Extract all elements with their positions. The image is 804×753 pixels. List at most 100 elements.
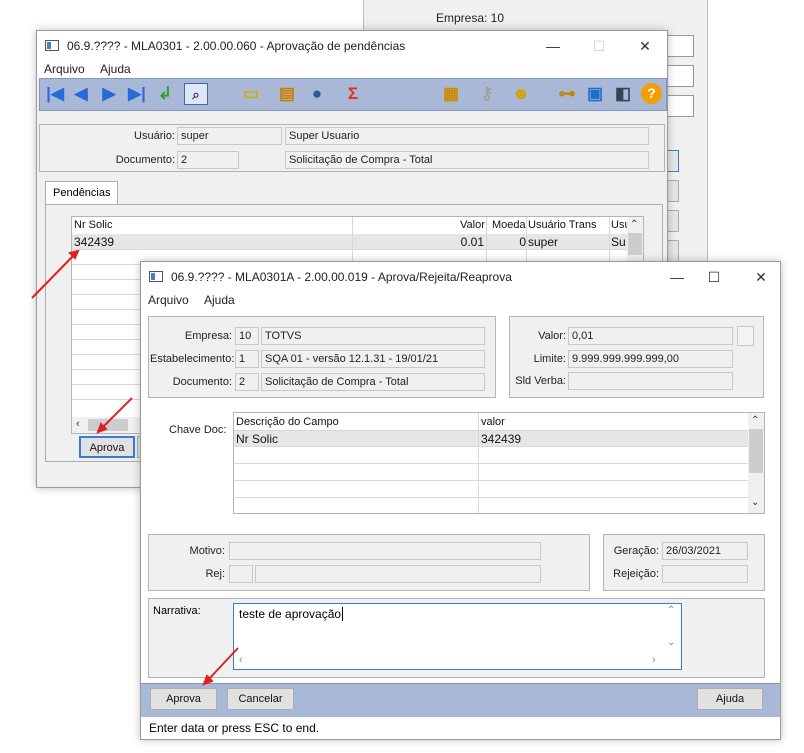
- minimize-button[interactable]: —: [543, 37, 563, 55]
- status-bar: Enter data or press ESC to end.: [141, 717, 780, 739]
- next-record-icon[interactable]: ▶: [98, 83, 120, 105]
- grid-divider: [234, 430, 748, 431]
- chave-cell-descricao: Nr Solic: [236, 432, 279, 446]
- scroll-thumb[interactable]: [628, 233, 642, 255]
- valor-extra-button[interactable]: [737, 326, 754, 346]
- window-title: 06.9.???? - MLA0301A - 2.00.00.019 - Apr…: [171, 270, 512, 284]
- usuario-field[interactable]: super: [177, 127, 282, 145]
- window-icon: [149, 271, 163, 282]
- scroll-up-icon[interactable]: ⌃: [751, 415, 759, 426]
- last-record-icon[interactable]: ▶|: [126, 83, 148, 105]
- tab-pendencias-label: Pendências: [53, 187, 111, 199]
- globe-icon[interactable]: ●: [306, 83, 328, 105]
- grid-cell-nr-solic: 342439: [74, 235, 115, 249]
- scroll-left-icon[interactable]: ‹: [76, 418, 80, 430]
- empresa-label: Empresa:: [184, 330, 232, 342]
- ajuda-button[interactable]: Ajuda: [697, 688, 763, 710]
- aprova-button[interactable]: Aprova: [79, 436, 135, 458]
- title-bar[interactable]: 06.9.???? - MLA0301A - 2.00.00.019 - Apr…: [141, 262, 780, 292]
- grid-cell-usuario: super: [528, 235, 559, 249]
- chave-header-descricao[interactable]: Descrição do Campo: [236, 416, 339, 428]
- sld-verba-label: Sld Verba:: [515, 375, 566, 387]
- usuario-name-field: Super Usuario: [285, 127, 649, 145]
- chave-cell-valor: 342439: [481, 432, 522, 446]
- help-icon[interactable]: ?: [641, 83, 662, 104]
- key-icon[interactable]: ⚷: [476, 83, 498, 105]
- empresa-name-field: TOTVS: [261, 327, 485, 345]
- vertical-scrollbar[interactable]: ⌃ ⌄: [748, 413, 764, 513]
- documento-desc-field: Solicitação de Compra - Total: [285, 151, 649, 169]
- tree-icon[interactable]: ⊶: [556, 83, 578, 105]
- grid-divider: [234, 480, 748, 481]
- scroll-down-icon[interactable]: ⌄: [667, 637, 675, 648]
- background-field[interactable]: [664, 35, 694, 57]
- scroll-up-icon[interactable]: ⌃: [630, 219, 638, 230]
- grid-divider: [234, 446, 748, 447]
- grid-header-nr-solic[interactable]: Nr Solic: [74, 219, 113, 231]
- aprova-button[interactable]: Aprova: [150, 688, 217, 710]
- title-bar[interactable]: 06.9.???? - MLA0301 - 2.00.00.060 - Apro…: [37, 31, 667, 61]
- menu-ajuda[interactable]: Ajuda: [204, 293, 235, 307]
- sigma-icon[interactable]: Σ: [342, 83, 364, 105]
- grid-cell-moeda: 0: [519, 235, 526, 249]
- background-empresa-label: Empresa: 10: [436, 11, 505, 25]
- motivo-field[interactable]: [229, 542, 541, 560]
- documento-code-field[interactable]: 2: [235, 373, 259, 391]
- grid-header-usuario-trans[interactable]: Usuário Trans: [528, 219, 596, 231]
- empresa-code-field[interactable]: 10: [235, 327, 259, 345]
- documents-stack-icon[interactable]: ▦: [440, 83, 462, 105]
- scroll-right-icon[interactable]: ›: [652, 654, 656, 666]
- toolbar: |◀ ◀ ▶ ▶| ↲ ⌕ ▭ ▤ ● Σ ▦ ⚷ ☻ ⊶ ▣ ◧ ?: [39, 78, 667, 111]
- window-icon: [45, 40, 59, 51]
- rej-code-field[interactable]: [229, 565, 253, 583]
- chave-header-valor[interactable]: valor: [481, 416, 505, 428]
- search-icon[interactable]: ⌕: [184, 83, 208, 105]
- menu-arquivo[interactable]: Arquivo: [148, 293, 189, 307]
- background-field[interactable]: [664, 95, 694, 117]
- cancelar-button[interactable]: Cancelar: [227, 688, 294, 710]
- first-record-icon[interactable]: |◀: [44, 83, 66, 105]
- goto-icon[interactable]: ↲: [154, 83, 176, 105]
- grid-header-valor[interactable]: Valor: [460, 219, 485, 231]
- limite-label: Limite:: [533, 353, 566, 365]
- scroll-thumb[interactable]: [749, 429, 763, 473]
- menu-arquivo[interactable]: Arquivo: [44, 62, 85, 76]
- close-button[interactable]: ✕: [635, 37, 655, 55]
- scroll-thumb[interactable]: [88, 419, 128, 431]
- rej-desc-field: [255, 565, 541, 583]
- printer-icon[interactable]: ▣: [584, 83, 606, 105]
- geracao-label: Geração:: [613, 545, 659, 557]
- minimize-button[interactable]: —: [667, 268, 687, 286]
- estabelecimento-label: Estabelecimento:: [150, 353, 235, 365]
- folder-icon[interactable]: ▭: [240, 83, 262, 105]
- sld-verba-field: [568, 372, 733, 390]
- tab-pendencias[interactable]: Pendências: [45, 181, 118, 205]
- usuario-label: Usuário:: [134, 130, 175, 142]
- grid-cell-valor: 0.01: [460, 235, 484, 249]
- grid-header-moeda[interactable]: Moeda: [492, 219, 526, 231]
- menu-ajuda[interactable]: Ajuda: [100, 62, 131, 76]
- users-icon[interactable]: ☻: [510, 83, 532, 105]
- previous-record-icon[interactable]: ◀: [70, 83, 92, 105]
- close-button[interactable]: ✕: [751, 268, 771, 286]
- background-field[interactable]: [664, 65, 694, 87]
- status-text: Enter data or press ESC to end.: [149, 721, 320, 735]
- motivo-label: Motivo:: [189, 545, 225, 557]
- maximize-button[interactable]: ☐: [704, 268, 724, 286]
- documento-field[interactable]: 2: [177, 151, 239, 169]
- estabelecimento-code-field[interactable]: 1: [235, 350, 259, 368]
- edit-document-icon[interactable]: ▤: [276, 83, 298, 105]
- scroll-down-icon[interactable]: ⌄: [751, 497, 759, 508]
- valor-field: 0,01: [568, 327, 733, 345]
- maximize-button[interactable]: ☐: [589, 37, 609, 55]
- rejeicao-field: [662, 565, 748, 583]
- scroll-left-icon[interactable]: ‹: [239, 654, 243, 666]
- documento-label: Documento:: [172, 376, 232, 388]
- narrativa-textarea[interactable]: teste de aprovação ⌃ ⌄ ‹ ›: [233, 603, 682, 670]
- grid-divider: [234, 497, 748, 498]
- rejeicao-label: Rejeição:: [613, 568, 659, 580]
- chave-doc-grid[interactable]: Descrição do Campo valor Nr Solic 342439…: [233, 412, 765, 514]
- exit-door-icon[interactable]: ◧: [612, 83, 634, 105]
- chave-doc-label: Chave Doc:: [169, 424, 227, 436]
- scroll-up-icon[interactable]: ⌃: [667, 605, 675, 616]
